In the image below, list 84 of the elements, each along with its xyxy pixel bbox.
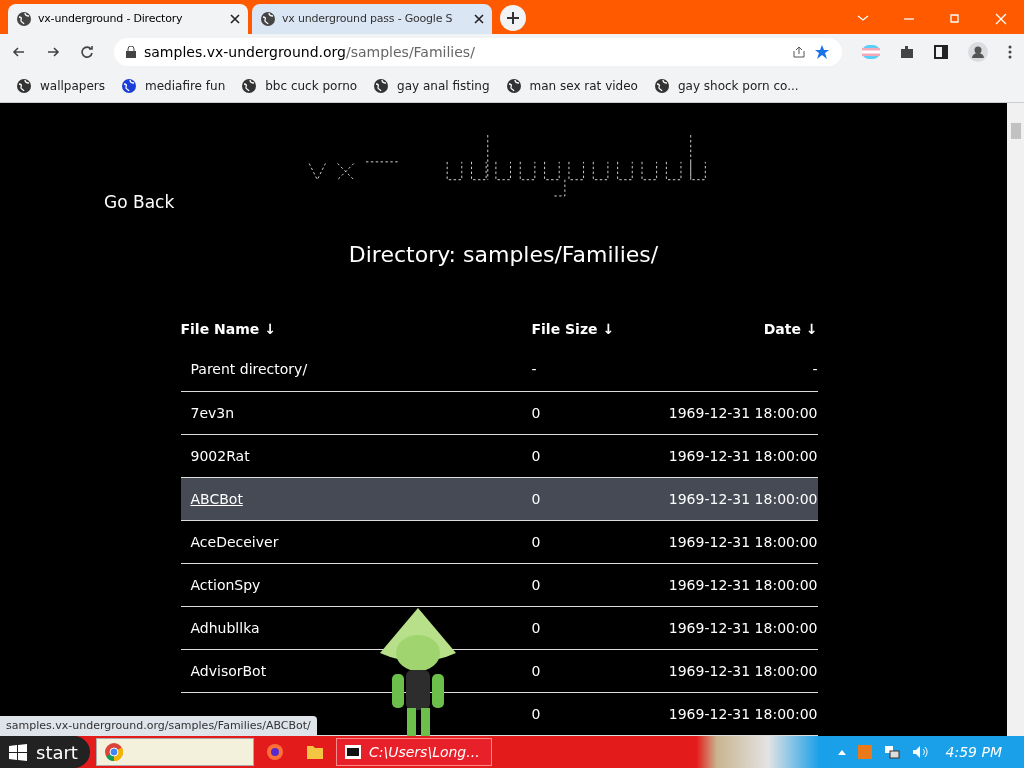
volume-icon[interactable] (911, 745, 928, 759)
globe-icon (373, 78, 390, 94)
file-date: 1969-12-31 18:00:00 (668, 576, 818, 593)
file-size: 0 (531, 705, 541, 722)
file-row[interactable]: 7ev3n 0 1969-12-31 18:00:00 (180, 391, 818, 435)
file-row[interactable]: 9002Rat 0 1969-12-31 18:00:00 (180, 434, 818, 478)
column-header[interactable]: File Name ↓ (180, 318, 532, 349)
puzzle-icon[interactable] (900, 45, 914, 59)
start-button[interactable]: start (0, 736, 90, 768)
file-date: 1969-12-31 18:00:00 (668, 533, 818, 550)
windows-logo-icon (8, 743, 28, 761)
file-size: 0 (531, 619, 541, 636)
column-header[interactable]: File Size ↓ (531, 318, 634, 349)
browser-tab[interactable]: vx underground pass - Google S (252, 4, 492, 34)
file-size: 0 (531, 490, 541, 507)
folder-icon[interactable] (306, 744, 324, 760)
file-link[interactable]: 7ev3n (190, 404, 235, 421)
file-link[interactable]: Parent directory/ (190, 361, 308, 378)
bookmark[interactable]: gay shock porn co... (653, 77, 799, 95)
file-link[interactable]: AceDeceiver (190, 533, 279, 550)
file-row[interactable]: Parent directory/ - - (180, 348, 818, 392)
forward-icon[interactable] (46, 45, 60, 59)
globe-icon (16, 11, 32, 27)
file-size: - (531, 361, 537, 378)
share-icon[interactable] (792, 45, 806, 59)
file-size: 0 (531, 404, 541, 421)
file-link[interactable]: ABCBot (190, 490, 243, 507)
globe-icon (241, 78, 258, 94)
file-date: 1969-12-31 18:00:00 (668, 447, 818, 464)
bookmark[interactable]: gay anal fisting (373, 77, 490, 95)
globe-icon (505, 78, 522, 94)
lock-icon (126, 46, 136, 58)
tab-title: vx-underground - Directory (38, 10, 184, 27)
bookmark[interactable]: wallpapers (16, 77, 105, 95)
network-icon[interactable] (883, 745, 900, 759)
globe-icon (653, 78, 670, 94)
file-date: 1969-12-31 18:00:00 (668, 404, 818, 421)
file-link[interactable]: AdvisorBot (190, 662, 267, 679)
bookmark[interactable]: mediafire fun (121, 77, 226, 95)
reload-icon[interactable] (80, 45, 94, 59)
file-link[interactable]: Adhubllka (190, 619, 260, 636)
star-icon[interactable] (814, 44, 830, 60)
close-icon[interactable] (474, 14, 484, 24)
status-url: samples.vx-underground.org/samples/Families/ABCBot/ (0, 715, 317, 736)
file-link[interactable]: ActionSpy (190, 576, 261, 593)
restore-icon[interactable] (948, 12, 962, 26)
browser-tab[interactable]: vx-underground - Directory (8, 4, 248, 34)
column-header[interactable]: Date ↓ (633, 318, 818, 349)
file-link[interactable]: 9002Rat (190, 447, 250, 464)
address-bar[interactable]: samples.vx-underground.org/samples/Families/ (114, 38, 842, 66)
tray-arrow-icon[interactable] (837, 749, 846, 755)
file-size: 0 (531, 533, 541, 550)
tab-title: vx underground pass - Google S (282, 10, 454, 27)
file-size: 0 (531, 576, 541, 593)
file-size: 0 (531, 447, 541, 464)
menu-icon[interactable] (1008, 45, 1012, 59)
side-panel-icon[interactable] (934, 45, 948, 59)
go-back-link[interactable]: Go Back (104, 192, 175, 212)
firefox-icon[interactable] (266, 743, 284, 761)
file-date: 1969-12-31 18:00:00 (668, 705, 818, 722)
taskbar-app[interactable]: C:\Users\Long... (336, 738, 492, 766)
bookmark[interactable]: bbc cuck porno (241, 77, 358, 95)
profile-icon[interactable] (968, 42, 988, 62)
globe-icon (16, 78, 32, 94)
scrollbar[interactable] (1007, 103, 1024, 736)
globe-icon (121, 78, 137, 94)
bookmark[interactable]: man sex rat video (505, 77, 638, 95)
taskbar-app[interactable] (96, 738, 254, 766)
file-row[interactable]: ActionSpy 0 1969-12-31 18:00:00 (180, 563, 818, 607)
file-row[interactable]: AceDeceiver 0 1969-12-31 18:00:00 (180, 520, 818, 564)
file-date: 1969-12-31 18:00:00 (668, 619, 818, 636)
archive-icon (345, 745, 361, 759)
file-date: - (812, 361, 818, 378)
file-date: 1969-12-31 18:00:00 (668, 490, 818, 507)
file-date: 1969-12-31 18:00:00 (668, 662, 818, 679)
close-icon[interactable] (230, 14, 240, 24)
directory-heading: Directory: samples/Families/ (348, 240, 659, 269)
url-text: samples.vx-underground.org/samples/Families/ (144, 42, 475, 62)
globe-icon (260, 11, 276, 27)
plus-icon (507, 12, 519, 24)
new-tab-button[interactable] (500, 5, 526, 31)
back-icon[interactable] (12, 45, 26, 59)
chrome-icon (105, 743, 123, 761)
file-size: 0 (531, 662, 541, 679)
